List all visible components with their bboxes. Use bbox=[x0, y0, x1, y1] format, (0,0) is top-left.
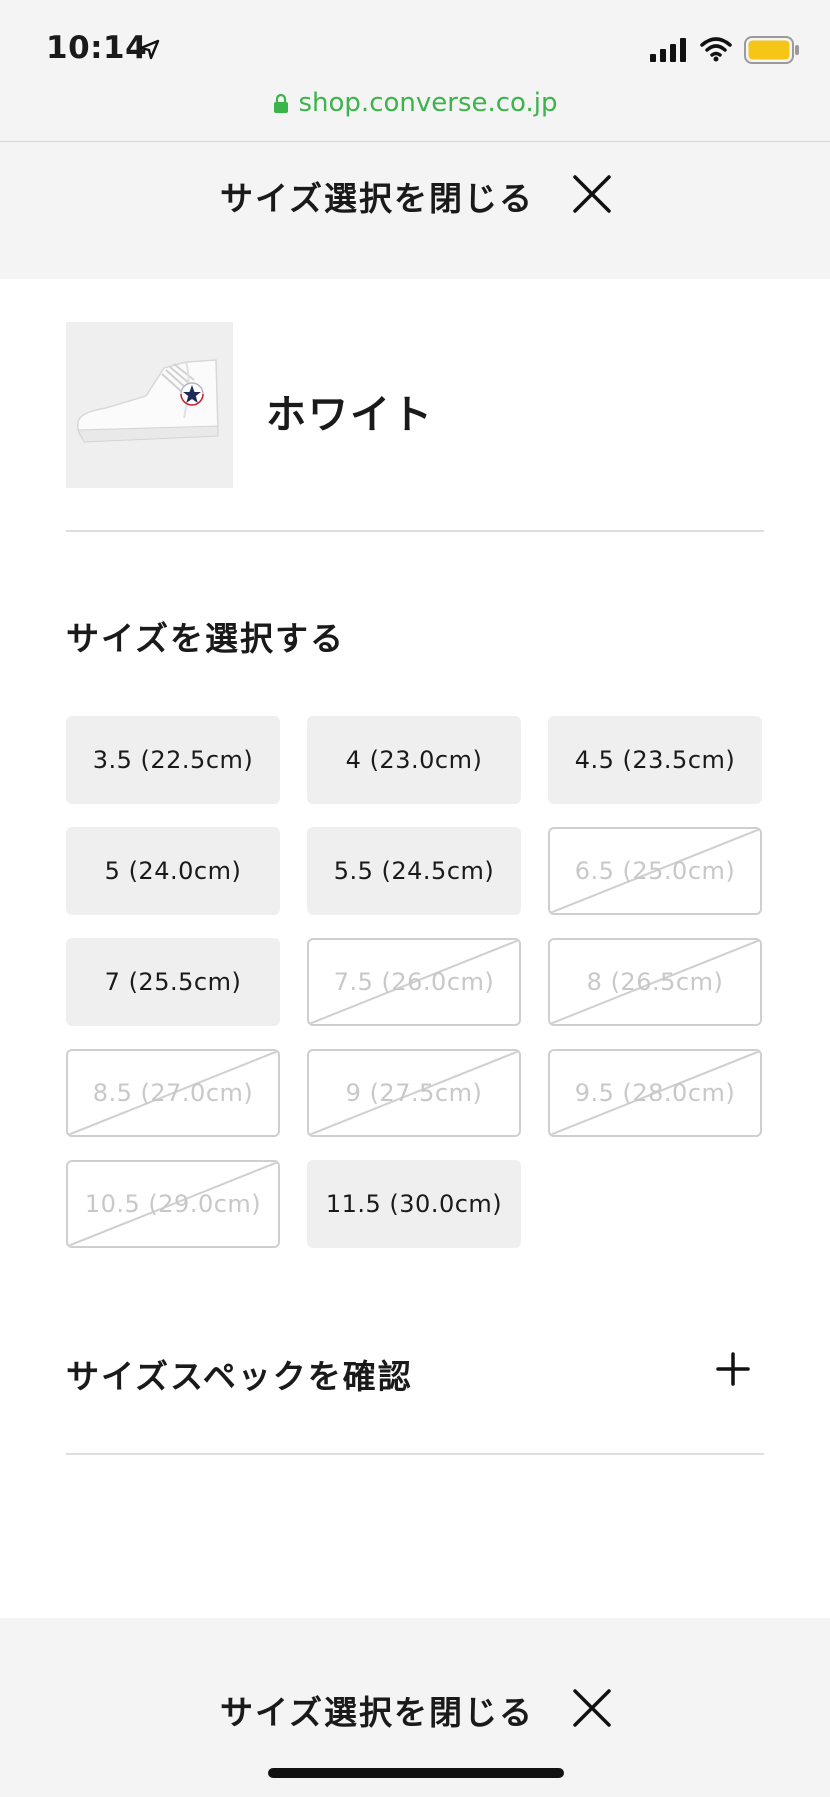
size-option-label: 6.5 (25.0cm) bbox=[574, 857, 736, 885]
size-option[interactable]: 3.5 (22.5cm) bbox=[66, 716, 280, 804]
status-time: 10:14 bbox=[46, 30, 148, 66]
size-option-label: 3.5 (22.5cm) bbox=[92, 746, 254, 774]
size-option-sold-out: 6.5 (25.0cm) bbox=[548, 827, 762, 915]
size-option[interactable]: 4 (23.0cm) bbox=[307, 716, 521, 804]
size-spec-toggle[interactable]: サイズスペックを確認 bbox=[66, 1340, 764, 1400]
battery-icon bbox=[744, 36, 799, 64]
product-thumbnail bbox=[66, 322, 233, 488]
size-option[interactable]: 11.5 (30.0cm) bbox=[307, 1160, 521, 1248]
size-option-label: 9.5 (28.0cm) bbox=[574, 1079, 736, 1107]
sneaker-icon bbox=[76, 359, 219, 443]
wifi-icon bbox=[700, 37, 732, 62]
size-option-label: 11.5 (30.0cm) bbox=[325, 1190, 503, 1218]
close-icon[interactable] bbox=[572, 174, 612, 214]
size-option[interactable]: 7 (25.5cm) bbox=[66, 938, 280, 1026]
home-indicator bbox=[268, 1768, 564, 1778]
divider bbox=[66, 1453, 764, 1455]
close-size-selection-label[interactable]: サイズ選択を閉じる bbox=[220, 1686, 534, 1734]
size-option-label: 9 (27.5cm) bbox=[345, 1079, 483, 1107]
divider bbox=[66, 530, 764, 532]
size-option-label: 5.5 (24.5cm) bbox=[333, 857, 495, 885]
size-option-label: 7 (25.5cm) bbox=[104, 968, 242, 996]
size-option-sold-out: 7.5 (26.0cm) bbox=[307, 938, 521, 1026]
plus-icon[interactable] bbox=[716, 1352, 750, 1386]
size-grid: 3.5 (22.5cm) 4 (23.0cm) 4.5 (23.5cm) 5 (24.… bbox=[66, 716, 764, 1248]
cellular-signal-icon bbox=[650, 38, 686, 62]
product-color-name: ホワイト bbox=[266, 392, 434, 438]
size-option[interactable]: 5.5 (24.5cm) bbox=[307, 827, 521, 915]
size-option-sold-out: 8 (26.5cm) bbox=[548, 938, 762, 1026]
url-text: shop.converse.co.jp bbox=[298, 88, 558, 118]
size-section-title: サイズを選択する bbox=[66, 619, 346, 658]
size-option-label: 8 (26.5cm) bbox=[586, 968, 724, 996]
close-size-selection-bar-top[interactable]: サイズ選択を閉じる bbox=[0, 142, 830, 279]
browser-chrome: 10:14 shop.converse.co.jp bbox=[0, 0, 830, 142]
size-option-sold-out: 9.5 (28.0cm) bbox=[548, 1049, 762, 1137]
close-icon[interactable] bbox=[572, 1688, 612, 1728]
close-size-selection-label[interactable]: サイズ選択を閉じる bbox=[220, 172, 534, 220]
lock-icon bbox=[273, 93, 288, 113]
size-option-label: 10.5 (29.0cm) bbox=[84, 1190, 262, 1218]
size-option-sold-out: 10.5 (29.0cm) bbox=[66, 1160, 280, 1248]
size-option-label: 4 (23.0cm) bbox=[345, 746, 483, 774]
size-option[interactable]: 4.5 (23.5cm) bbox=[548, 716, 762, 804]
size-option[interactable]: 5 (24.0cm) bbox=[66, 827, 280, 915]
size-option-label: 5 (24.0cm) bbox=[104, 857, 242, 885]
size-option-label: 8.5 (27.0cm) bbox=[92, 1079, 254, 1107]
size-option-label: 4.5 (23.5cm) bbox=[574, 746, 736, 774]
size-option-sold-out: 8.5 (27.0cm) bbox=[66, 1049, 280, 1137]
url-bar[interactable]: shop.converse.co.jp bbox=[0, 88, 830, 118]
size-option-label: 7.5 (26.0cm) bbox=[333, 968, 495, 996]
size-option-sold-out: 9 (27.5cm) bbox=[307, 1049, 521, 1137]
location-arrow-icon bbox=[139, 39, 160, 60]
size-spec-label[interactable]: サイズスペックを確認 bbox=[66, 1350, 413, 1398]
